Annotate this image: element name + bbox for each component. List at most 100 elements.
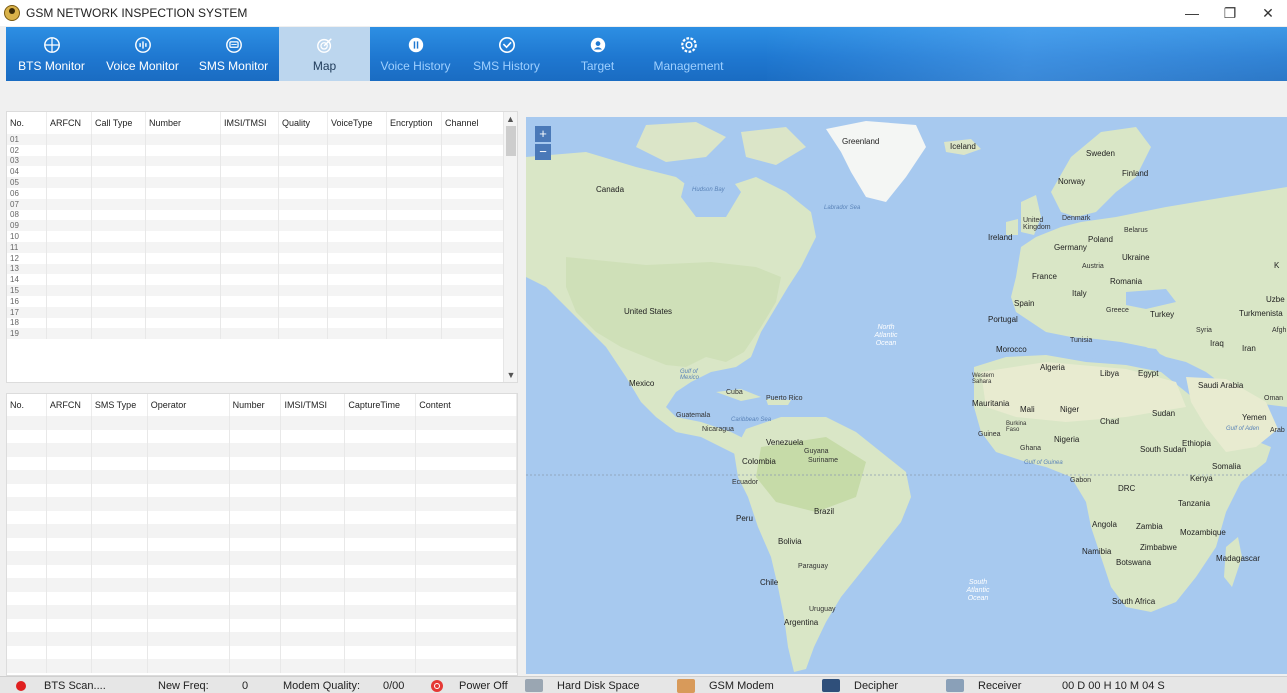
nav-bts-monitor[interactable]: BTS Monitor xyxy=(6,27,97,81)
table-row[interactable]: 01 xyxy=(7,134,517,145)
scroll-down-icon[interactable]: ▼ xyxy=(504,368,517,382)
world-map[interactable]: + − Greenland Iceland Canada Hudson Bay … xyxy=(526,117,1287,674)
table-row[interactable] xyxy=(7,470,517,484)
table-row[interactable]: 11 xyxy=(7,241,517,253)
map-label: Tanzania xyxy=(1178,499,1211,508)
nav-map[interactable]: Map xyxy=(279,27,370,81)
table-row[interactable]: 16 xyxy=(7,295,517,307)
table-row[interactable] xyxy=(7,632,517,646)
table-row[interactable]: 10 xyxy=(7,231,517,242)
table-row[interactable] xyxy=(7,443,517,457)
minimize-button[interactable]: — xyxy=(1173,0,1211,26)
table-cell xyxy=(230,429,282,443)
table-cell xyxy=(146,209,221,221)
column-header[interactable]: Operator xyxy=(148,394,230,416)
table-row[interactable]: 17 xyxy=(7,306,517,318)
column-header[interactable]: Number xyxy=(146,112,221,134)
column-header[interactable]: CaptureTime xyxy=(345,394,417,416)
nav-voice-history[interactable]: Voice History xyxy=(370,27,461,81)
row-number: 11 xyxy=(7,241,47,253)
nav-target[interactable]: Target xyxy=(552,27,643,81)
table-cell xyxy=(221,198,279,210)
table-row[interactable] xyxy=(7,645,517,659)
table-row[interactable]: 08 xyxy=(7,209,517,221)
column-header[interactable]: SMS Type xyxy=(92,394,148,416)
table-row[interactable]: 07 xyxy=(7,198,517,210)
table-row[interactable] xyxy=(7,591,517,605)
table-cell xyxy=(92,564,148,578)
scroll-up-icon[interactable]: ▲ xyxy=(504,112,517,126)
table-row[interactable] xyxy=(7,497,517,511)
table-cell xyxy=(221,177,279,188)
table-cell xyxy=(148,564,230,578)
table-row[interactable] xyxy=(7,537,517,551)
table-row[interactable]: 13 xyxy=(7,263,517,275)
table-cell xyxy=(92,524,148,538)
table-row[interactable]: 04 xyxy=(7,166,517,178)
waveform-icon xyxy=(134,36,151,53)
table-cell xyxy=(442,274,505,286)
nav-sms-history[interactable]: SMS History xyxy=(461,27,552,81)
column-header[interactable]: Quality xyxy=(279,112,328,134)
column-header[interactable]: No. xyxy=(7,394,47,416)
table-cell xyxy=(328,231,387,242)
sms-table: No. ARFCN SMS Type Operator Number IMSI/… xyxy=(6,393,518,676)
column-header[interactable]: Encryption xyxy=(387,112,442,134)
power-status[interactable] xyxy=(431,678,443,693)
map-label: Yemen xyxy=(1242,413,1267,422)
table-row[interactable]: 06 xyxy=(7,187,517,199)
nav-voice-monitor[interactable]: Voice Monitor xyxy=(97,27,188,81)
voice-table-scrollbar[interactable]: ▲ ▼ xyxy=(503,112,517,382)
table-row[interactable] xyxy=(7,578,517,592)
table-row[interactable]: 14 xyxy=(7,274,517,286)
table-row[interactable] xyxy=(7,551,517,565)
table-cell xyxy=(230,483,282,497)
map-label: Guatemala xyxy=(676,412,711,419)
table-cell xyxy=(279,241,328,253)
close-button[interactable]: ✕ xyxy=(1249,0,1287,26)
table-row[interactable] xyxy=(7,659,517,673)
column-header[interactable]: VoiceType xyxy=(328,112,387,134)
column-header[interactable]: Number xyxy=(230,394,282,416)
nav-sms-monitor[interactable]: SMS Monitor xyxy=(188,27,279,81)
scroll-thumb[interactable] xyxy=(506,126,516,156)
table-cell xyxy=(279,231,328,242)
table-row[interactable] xyxy=(7,429,517,443)
table-row[interactable] xyxy=(7,564,517,578)
table-row[interactable] xyxy=(7,524,517,538)
table-row[interactable]: 09 xyxy=(7,220,517,232)
nav-management[interactable]: Management xyxy=(643,27,734,81)
table-row[interactable] xyxy=(7,605,517,619)
table-row[interactable] xyxy=(7,416,517,430)
table-row[interactable] xyxy=(7,483,517,497)
column-header[interactable]: ARFCN xyxy=(47,112,92,134)
table-row[interactable]: 18 xyxy=(7,317,517,329)
table-row[interactable]: 03 xyxy=(7,155,517,167)
map-label: Romania xyxy=(1110,277,1143,286)
zoom-out-button[interactable]: − xyxy=(535,144,551,160)
voice-call-table: No. ARFCN Call Type Number IMSI/TMSI Qua… xyxy=(6,111,518,383)
zoom-in-button[interactable]: + xyxy=(535,126,551,142)
table-row[interactable]: 15 xyxy=(7,285,517,296)
column-header[interactable]: No. xyxy=(7,112,47,134)
target-icon xyxy=(590,37,605,52)
table-row[interactable]: 19 xyxy=(7,328,517,340)
power-label[interactable]: Power Off xyxy=(459,678,508,693)
maximize-button[interactable]: ❐ xyxy=(1211,0,1249,26)
table-row[interactable] xyxy=(7,510,517,524)
column-header[interactable]: IMSI/TMSI xyxy=(221,112,279,134)
table-cell xyxy=(442,263,505,275)
column-header[interactable]: ARFCN xyxy=(47,394,92,416)
table-cell xyxy=(281,605,346,619)
row-number: 05 xyxy=(7,177,47,188)
table-row[interactable] xyxy=(7,618,517,632)
table-row[interactable] xyxy=(7,456,517,470)
table-row[interactable]: 12 xyxy=(7,252,517,264)
column-header[interactable]: IMSI/TMSI xyxy=(281,394,346,416)
table-row[interactable]: 02 xyxy=(7,144,517,156)
map-label: Turkey xyxy=(1150,310,1175,319)
table-row[interactable]: 05 xyxy=(7,177,517,188)
column-header[interactable]: Channel xyxy=(442,112,505,134)
column-header[interactable]: Content xyxy=(416,394,517,416)
column-header[interactable]: Call Type xyxy=(92,112,146,134)
